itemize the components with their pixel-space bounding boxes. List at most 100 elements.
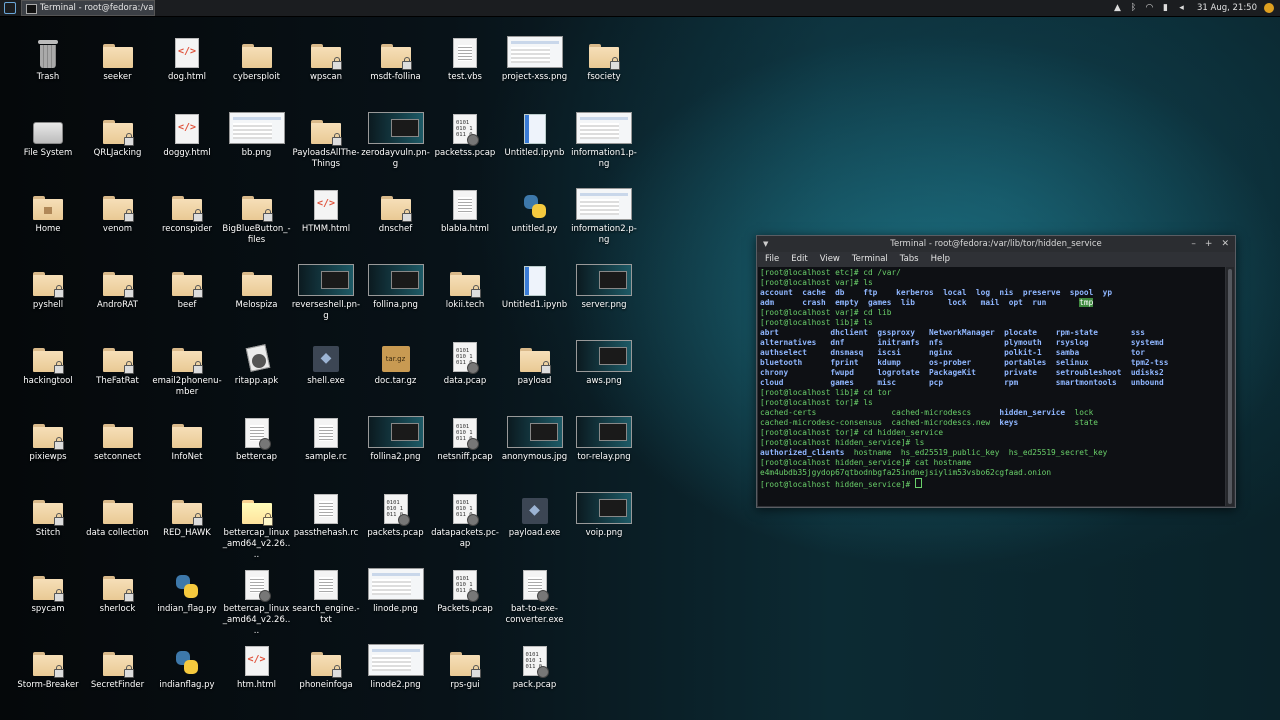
desktop-icon[interactable]: bettercap_linux_amd64_v2.26.... xyxy=(222,564,292,637)
desktop-icon[interactable]: aws.png xyxy=(569,336,639,387)
desktop-icon[interactable]: voip.png xyxy=(569,488,639,539)
desktop-icon[interactable]: indianflag.py xyxy=(152,640,222,691)
desktop-icon[interactable]: 0101 010 1 011 0 netsniff.pcap xyxy=(430,412,500,463)
desktop-icon[interactable]: BigBlueButton_-files xyxy=(222,184,292,246)
desktop-icon[interactable]: data collection xyxy=(83,488,153,539)
desktop-icon[interactable]: payload.exe xyxy=(500,488,570,539)
taskbar-terminal-button[interactable]: Terminal - root@fedora:/var... xyxy=(21,0,155,16)
menu-help[interactable]: Help xyxy=(931,252,950,267)
desktop-icon[interactable]: AndroRAT xyxy=(83,260,153,311)
desktop-icon[interactable]: dnschef xyxy=(361,184,431,235)
menu-edit[interactable]: Edit xyxy=(791,252,807,267)
menu-file[interactable]: File xyxy=(765,252,779,267)
desktop-icon[interactable]: </> htm.html xyxy=(222,640,292,691)
desktop-icon[interactable]: InfoNet xyxy=(152,412,222,463)
desktop-icon[interactable]: follina2.png xyxy=(361,412,431,463)
app-menu-icon[interactable] xyxy=(4,2,16,14)
desktop-icon[interactable]: payload xyxy=(500,336,570,387)
desktop-icon[interactable]: untitled.py xyxy=(500,184,570,235)
maximize-icon[interactable]: + xyxy=(1205,236,1213,252)
user-avatar[interactable] xyxy=(1264,3,1274,13)
clock[interactable]: 31 Aug, 21:50 xyxy=(1197,3,1257,13)
desktop-icon[interactable]: pixiewps xyxy=(13,412,83,463)
desktop-icon[interactable]: information1.p-ng xyxy=(569,108,639,170)
battery-icon[interactable]: ▮ xyxy=(1161,3,1170,13)
desktop-icon[interactable]: QRLJacking xyxy=(83,108,153,159)
desktop-icon[interactable]: seeker xyxy=(83,32,153,83)
notification-bell-icon[interactable]: ▲ xyxy=(1113,3,1122,13)
desktop-icon[interactable]: shell.exe xyxy=(291,336,361,387)
volume-icon[interactable]: ◂ xyxy=(1177,3,1186,13)
desktop-icon[interactable]: cybersploit xyxy=(222,32,292,83)
desktop-icon[interactable]: TheFatRat xyxy=(83,336,153,387)
desktop-icon[interactable]: hackingtool xyxy=(13,336,83,387)
desktop-icon[interactable]: PayloadsAllThe-Things xyxy=(291,108,361,170)
desktop-icon[interactable]: bb.png xyxy=(222,108,292,159)
desktop-icon[interactable]: bat-to-exe-converter.exe xyxy=(500,564,570,626)
desktop-icon[interactable]: email2phonenu-mber xyxy=(152,336,222,398)
terminal-scrollbar[interactable] xyxy=(1226,267,1234,506)
desktop-icon[interactable]: linode.png xyxy=(361,564,431,615)
desktop-icon[interactable]: bettercap_linux_amd64_v2.26.... xyxy=(222,488,292,561)
desktop-icon[interactable]: Untitled1.ipynb xyxy=(500,260,570,311)
bluetooth-icon[interactable]: ᛒ xyxy=(1129,3,1138,13)
desktop-icon[interactable]: tor-relay.png xyxy=(569,412,639,463)
terminal-window[interactable]: ▼ Terminal - root@fedora:/var/lib/tor/hi… xyxy=(756,235,1236,508)
desktop-icon[interactable]: msdt-follina xyxy=(361,32,431,83)
desktop-icon[interactable]: rps-gui xyxy=(430,640,500,691)
desktop-icon[interactable]: project-xss.png xyxy=(500,32,570,83)
desktop-icon[interactable]: tar.gz doc.tar.gz xyxy=(361,336,431,387)
desktop-icon[interactable]: bettercap xyxy=(222,412,292,463)
desktop-icon[interactable]: Storm-Breaker xyxy=(13,640,83,691)
menu-view[interactable]: View xyxy=(820,252,840,267)
wifi-icon[interactable]: ◠ xyxy=(1145,3,1154,13)
desktop-icon[interactable]: blabla.html xyxy=(430,184,500,235)
desktop-icon[interactable]: zerodayvuln.pn-g xyxy=(361,108,431,170)
desktop-icon[interactable]: Home xyxy=(13,184,83,235)
desktop-icon[interactable]: 0101 010 1 011 0 pack.pcap xyxy=(500,640,570,691)
desktop-icon[interactable]: Trash xyxy=(13,32,83,83)
close-icon[interactable]: ✕ xyxy=(1221,236,1229,252)
desktop-icon[interactable]: reverseshell.pn-g xyxy=(291,260,361,322)
desktop-icon[interactable]: Melospiza xyxy=(222,260,292,311)
desktop-icon[interactable]: </> doggy.html xyxy=(152,108,222,159)
desktop-icon[interactable]: 0101 010 1 011 0 datapackets.pc-ap xyxy=(430,488,500,550)
desktop-icon[interactable]: venom xyxy=(83,184,153,235)
minimize-icon[interactable]: – xyxy=(1191,236,1196,252)
desktop-icon[interactable]: setconnect xyxy=(83,412,153,463)
desktop-icon[interactable]: File System xyxy=(13,108,83,159)
desktop-icon[interactable]: SecretFinder xyxy=(83,640,153,691)
desktop-icon[interactable]: passthehash.rc xyxy=(291,488,361,539)
window-menu-icon[interactable]: ▼ xyxy=(763,236,768,252)
desktop-icon[interactable]: sample.rc xyxy=(291,412,361,463)
desktop-icon[interactable]: Untitled.ipynb xyxy=(500,108,570,159)
desktop-icon[interactable]: beef xyxy=(152,260,222,311)
desktop-icon[interactable]: RED_HAWK xyxy=(152,488,222,539)
desktop-icon[interactable]: Stitch xyxy=(13,488,83,539)
desktop-icon[interactable]: follina.png xyxy=(361,260,431,311)
menu-tabs[interactable]: Tabs xyxy=(900,252,919,267)
terminal-output[interactable]: [root@localhost etc]# cd /var/[root@loca… xyxy=(758,267,1225,506)
desktop-icon[interactable]: information2.p-ng xyxy=(569,184,639,246)
desktop-icon[interactable]: sherlock xyxy=(83,564,153,615)
desktop-icon[interactable]: test.vbs xyxy=(430,32,500,83)
desktop-icon[interactable]: linode2.png xyxy=(361,640,431,691)
desktop-icon[interactable]: ritapp.apk xyxy=(222,336,292,387)
desktop-icon[interactable]: 0101 010 1 011 0 data.pcap xyxy=(430,336,500,387)
terminal-titlebar[interactable]: ▼ Terminal - root@fedora:/var/lib/tor/hi… xyxy=(757,236,1235,252)
desktop-icon[interactable]: 0101 010 1 011 0 packetss.pcap xyxy=(430,108,500,159)
desktop-icon[interactable]: </> dog.html xyxy=(152,32,222,83)
desktop-icon[interactable]: reconspider xyxy=(152,184,222,235)
desktop-icon[interactable]: spycam xyxy=(13,564,83,615)
desktop-icon[interactable]: 0101 010 1 011 0 packets.pcap xyxy=(361,488,431,539)
desktop-icon[interactable]: lokii.tech xyxy=(430,260,500,311)
desktop-icon[interactable]: search_engine.-txt xyxy=(291,564,361,626)
desktop-icon[interactable]: server.png xyxy=(569,260,639,311)
desktop-icon[interactable]: wpscan xyxy=(291,32,361,83)
desktop-icon[interactable]: phoneinfoga xyxy=(291,640,361,691)
desktop-icon[interactable]: 0101 010 1 011 0 Packets.pcap xyxy=(430,564,500,615)
desktop-icon[interactable]: indian_flag.py xyxy=(152,564,222,615)
menu-terminal[interactable]: Terminal xyxy=(852,252,888,267)
desktop-icon[interactable]: anonymous.jpg xyxy=(500,412,570,463)
desktop-icon[interactable]: pyshell xyxy=(13,260,83,311)
